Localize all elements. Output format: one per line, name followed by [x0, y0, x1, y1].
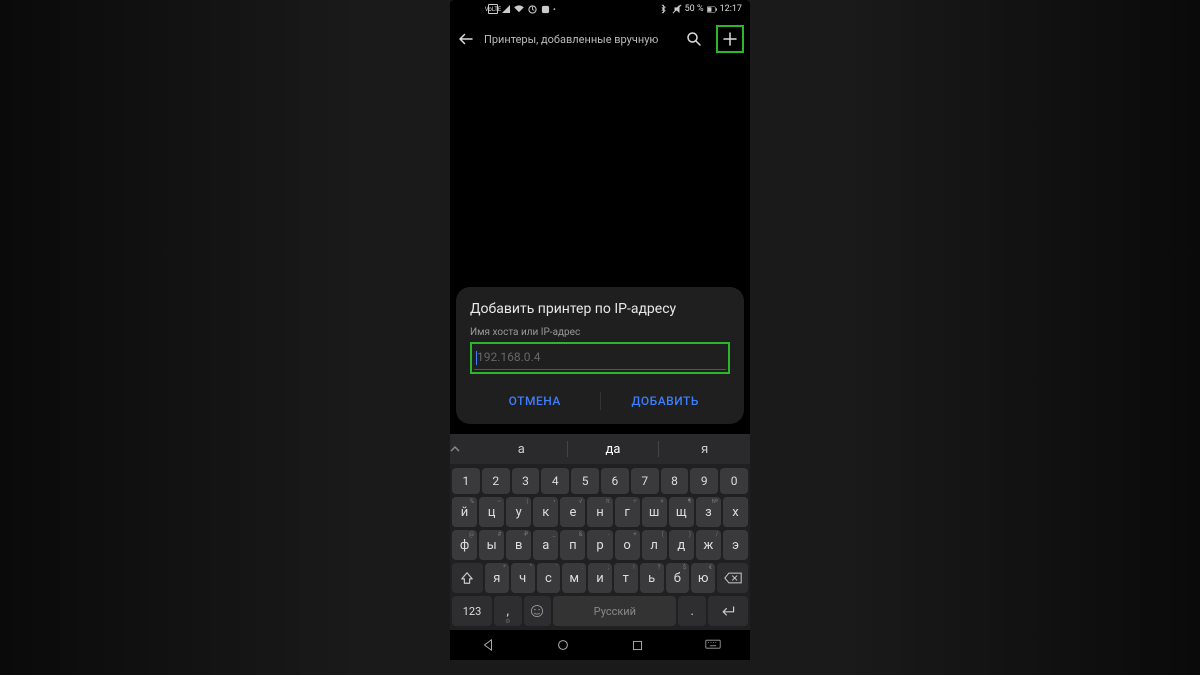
key-2[interactable]: 2 — [482, 468, 510, 494]
key-1[interactable]: 1 — [452, 468, 480, 494]
key-space[interactable]: Русский — [553, 596, 676, 626]
key-9[interactable]: 9 — [690, 468, 718, 494]
page-title: Принтеры, добавленные вручную — [484, 33, 672, 46]
key-н[interactable]: нπ — [587, 497, 612, 527]
suggestion-2[interactable]: да — [568, 442, 659, 457]
ip-input[interactable]: 192.168.0.4 — [474, 346, 726, 370]
key-к[interactable]: к• — [533, 497, 558, 527]
key-backspace[interactable] — [717, 563, 748, 593]
volte-icon: VoLTE — [488, 4, 498, 14]
add-button[interactable] — [716, 25, 744, 53]
key-щ[interactable]: щ¶ — [669, 497, 694, 527]
key-ч[interactable]: ч" — [511, 563, 535, 593]
key-л[interactable]: л( — [642, 530, 667, 560]
search-button[interactable] — [680, 25, 708, 53]
key-ж[interactable]: ж/ — [696, 530, 721, 560]
nav-back[interactable] — [468, 638, 508, 652]
keyboard-row-3: я*ч"с'м:и;т!ь?б$ю€ — [452, 563, 748, 593]
ip-input-highlight: 192.168.0.4 — [470, 342, 730, 374]
key-й[interactable]: й% — [452, 497, 477, 527]
cancel-button[interactable]: ОТМЕНА — [470, 384, 600, 418]
key-5[interactable]: 5 — [571, 468, 599, 494]
dots-icon: • — [553, 5, 556, 14]
app-header: Принтеры, добавленные вручную — [450, 18, 750, 60]
key-shift[interactable] — [452, 563, 483, 593]
key-3[interactable]: 3 — [512, 468, 540, 494]
key-period[interactable]: . — [678, 596, 706, 626]
key-6[interactable]: 6 — [601, 468, 629, 494]
key-ы[interactable]: ы# — [479, 530, 504, 560]
key-ш[interactable]: ш× — [642, 497, 667, 527]
key-б[interactable]: б$ — [666, 563, 690, 593]
keyboard-suggestion-bar: а да я — [450, 434, 750, 464]
dialog-actions: ОТМЕНА ДОБАВИТЬ — [470, 384, 730, 418]
key-т[interactable]: т! — [614, 563, 638, 593]
key-у[interactable]: у| — [506, 497, 531, 527]
phone-screen: VoLTE • 50 % 12:17 Принтеры, добавленные… — [450, 0, 750, 660]
key-з[interactable]: з№ — [696, 497, 721, 527]
suggestion-expand[interactable] — [450, 444, 476, 454]
keyboard-row-1: й%ц~у|к•е√нπг÷ш×щ¶з№х — [452, 497, 748, 527]
key-е[interactable]: е√ — [560, 497, 585, 527]
key-г[interactable]: г÷ — [615, 497, 640, 527]
keyboard-row-2: ф@ы#в₽а_п&р-о+л(д)ж/э — [452, 530, 748, 560]
signal-icon — [501, 4, 511, 14]
keyboard-row-bottom: 123 ,⚙ Русский . — [452, 596, 748, 626]
keyboard-row-numbers: 1234567890 — [452, 468, 748, 494]
bluetooth-icon — [659, 4, 669, 14]
system-nav-bar — [450, 630, 750, 660]
back-button[interactable] — [456, 29, 476, 49]
key-7[interactable]: 7 — [631, 468, 659, 494]
mute-icon — [672, 4, 682, 14]
add-printer-dialog: Добавить принтер по IP-адресу Имя хоста … — [456, 287, 744, 424]
key-р[interactable]: р- — [587, 530, 612, 560]
key-ф[interactable]: ф@ — [452, 530, 477, 560]
key-enter[interactable] — [708, 596, 748, 626]
key-д[interactable]: д) — [669, 530, 694, 560]
suggestion-3[interactable]: я — [659, 442, 750, 457]
key-м[interactable]: м: — [562, 563, 586, 593]
key-8[interactable]: 8 — [661, 468, 689, 494]
key-о[interactable]: о+ — [615, 530, 640, 560]
key-в[interactable]: в₽ — [506, 530, 531, 560]
key-х[interactable]: х — [723, 497, 748, 527]
key-э[interactable]: э — [723, 530, 748, 560]
wifi-icon — [514, 4, 524, 14]
clock-time: 12:17 — [720, 4, 742, 14]
nav-keyboard-toggle[interactable] — [693, 639, 733, 651]
dialog-title: Добавить принтер по IP-адресу — [470, 301, 730, 317]
key-0[interactable]: 0 — [720, 468, 748, 494]
suggestion-1[interactable]: а — [476, 442, 567, 457]
virtual-keyboard: 1234567890 й%ц~у|к•е√нπг÷ш×щ¶з№х ф@ы#в₽а… — [450, 464, 750, 630]
key-и[interactable]: и; — [588, 563, 612, 593]
key-4[interactable]: 4 — [541, 468, 569, 494]
key-с[interactable]: с' — [537, 563, 561, 593]
battery-percent: 50 % — [685, 4, 704, 14]
key-emoji[interactable] — [524, 596, 552, 626]
sync-icon — [527, 4, 537, 14]
viber-icon — [540, 4, 550, 14]
confirm-add-button[interactable]: ДОБАВИТЬ — [601, 384, 731, 418]
key-ю[interactable]: ю€ — [691, 563, 715, 593]
key-а[interactable]: а_ — [533, 530, 558, 560]
nav-home[interactable] — [543, 638, 583, 652]
status-bar: VoLTE • 50 % 12:17 — [450, 0, 750, 18]
key-п[interactable]: п& — [560, 530, 585, 560]
key-ь[interactable]: ь? — [640, 563, 664, 593]
key-я[interactable]: я* — [485, 563, 509, 593]
ip-placeholder: 192.168.0.4 — [477, 350, 540, 364]
dialog-field-label: Имя хоста или IP-адрес — [470, 327, 730, 338]
content-area: Добавить принтер по IP-адресу Имя хоста … — [450, 60, 750, 660]
key-ц[interactable]: ц~ — [479, 497, 504, 527]
battery-icon — [707, 4, 717, 14]
key-123[interactable]: 123 — [452, 596, 492, 626]
nav-recent[interactable] — [618, 639, 658, 652]
key-comma[interactable]: ,⚙ — [494, 596, 522, 626]
